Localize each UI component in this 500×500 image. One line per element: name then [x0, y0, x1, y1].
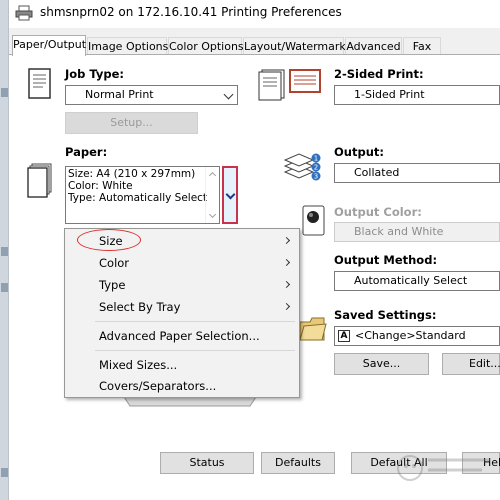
chevron-right-icon [282, 280, 291, 289]
menu-item-select-by-tray[interactable]: Select By Tray [65, 296, 299, 318]
menu-item-covers-separators[interactable]: Covers/Separators... [65, 375, 299, 397]
tab-strip: Paper/Output Image Options Color Options… [9, 35, 500, 56]
paper-color-line: Color: White [68, 180, 133, 192]
job-type-value: Normal Print [85, 88, 154, 101]
setup-button[interactable]: Setup... [65, 112, 198, 134]
menu-item-label: Select By Tray [99, 300, 181, 314]
chevron-right-icon [282, 236, 291, 245]
tab-advanced[interactable]: Advanced [345, 37, 402, 55]
scroll-up-icon[interactable] [208, 171, 217, 180]
window-title: shmsnprn02 on 172.16.10.41 Printing Pref… [40, 5, 342, 19]
menu-item-color[interactable]: Color [65, 252, 299, 274]
two-sided-select[interactable]: 1-Sided Print [334, 85, 500, 105]
chevron-right-icon [282, 302, 291, 311]
output-method-label: Output Method: [334, 253, 438, 267]
output-value: Collated [354, 166, 400, 179]
tab-color-options[interactable]: Color Options [168, 37, 244, 55]
paper-size-line: Size: A4 (210 x 297mm) [68, 168, 196, 180]
edge-marker [1, 247, 8, 256]
two-sided-label: 2-Sided Print: [334, 67, 424, 81]
scroll-down-icon[interactable] [208, 210, 217, 219]
chevron-right-icon [282, 258, 291, 267]
collated-stack-icon: 1 2 3 [283, 153, 321, 181]
edge-marker [1, 283, 8, 292]
paper-stack-icon [27, 163, 52, 198]
menu-item-mixed-sizes[interactable]: Mixed Sizes... [65, 354, 299, 376]
chevron-down-icon [223, 89, 234, 100]
output-select[interactable]: Collated [334, 163, 500, 183]
paper-dropdown-button[interactable] [222, 166, 238, 224]
edge-marker [1, 88, 8, 97]
printer-icon [15, 5, 33, 21]
menu-item-label: Color [99, 256, 130, 270]
tab-layout-watermark[interactable]: Layout/Watermark [243, 37, 346, 55]
menu-item-label: Type [99, 278, 126, 292]
paper-scrollbar[interactable] [205, 167, 219, 223]
edge-marker [1, 468, 8, 477]
paper-label: Paper: [65, 145, 108, 159]
two-sided-value: 1-Sided Print [354, 88, 425, 101]
job-type-label: Job Type: [65, 67, 125, 81]
document-icon [28, 68, 51, 99]
output-color-value: Black and White [354, 225, 444, 238]
menu-item-advanced-paper-selection[interactable]: Advanced Paper Selection... [65, 325, 299, 347]
output-color-label: Output Color: [334, 205, 422, 219]
printing-preferences-window: shmsnprn02 on 172.16.10.41 Printing Pref… [0, 0, 500, 500]
color-toner-icon [302, 205, 325, 236]
tab-fax[interactable]: Fax [403, 37, 441, 55]
title-bar: shmsnprn02 on 172.16.10.41 Printing Pref… [9, 0, 500, 28]
output-color-select[interactable]: Black and White [334, 222, 500, 242]
job-type-select[interactable]: Normal Print [65, 85, 238, 105]
folder-icon [299, 317, 327, 341]
two-sided-pages-icon [258, 69, 321, 101]
saved-settings-label: Saved Settings: [334, 308, 437, 322]
svg-text:3: 3 [314, 173, 318, 181]
menu-separator [95, 350, 295, 351]
saved-settings-badge-icon: A [338, 330, 350, 342]
svg-text:1: 1 [314, 155, 318, 163]
defaults-button[interactable]: Defaults [261, 452, 335, 474]
watermark-logo [397, 455, 490, 481]
menu-separator [95, 321, 295, 322]
saved-settings-value: <Change>Standard [355, 329, 466, 342]
saved-settings-select[interactable]: A <Change>Standard [334, 326, 500, 346]
paper-context-menu: Size Color Type Select By Tray Advanced … [64, 228, 300, 398]
status-button[interactable]: Status [160, 452, 254, 474]
chevron-down-icon [225, 189, 236, 200]
svg-text:2: 2 [314, 164, 318, 172]
paper-type-line: Type: Automatically Select [68, 192, 208, 204]
tab-paper-output[interactable]: Paper/Output [12, 35, 86, 56]
paper-summary-box: Size: A4 (210 x 297mm) Color: White Type… [65, 166, 220, 224]
menu-item-type[interactable]: Type [65, 274, 299, 296]
output-method-select[interactable]: Automatically Select [334, 271, 500, 291]
output-method-value: Automatically Select [354, 274, 468, 287]
background-window-edge [0, 0, 9, 500]
tab-image-options[interactable]: Image Options [87, 37, 168, 55]
edit-button[interactable]: Edit... [442, 353, 500, 375]
save-button[interactable]: Save... [334, 353, 429, 375]
output-label: Output: [334, 145, 384, 159]
highlight-circle-annotation [77, 229, 141, 251]
